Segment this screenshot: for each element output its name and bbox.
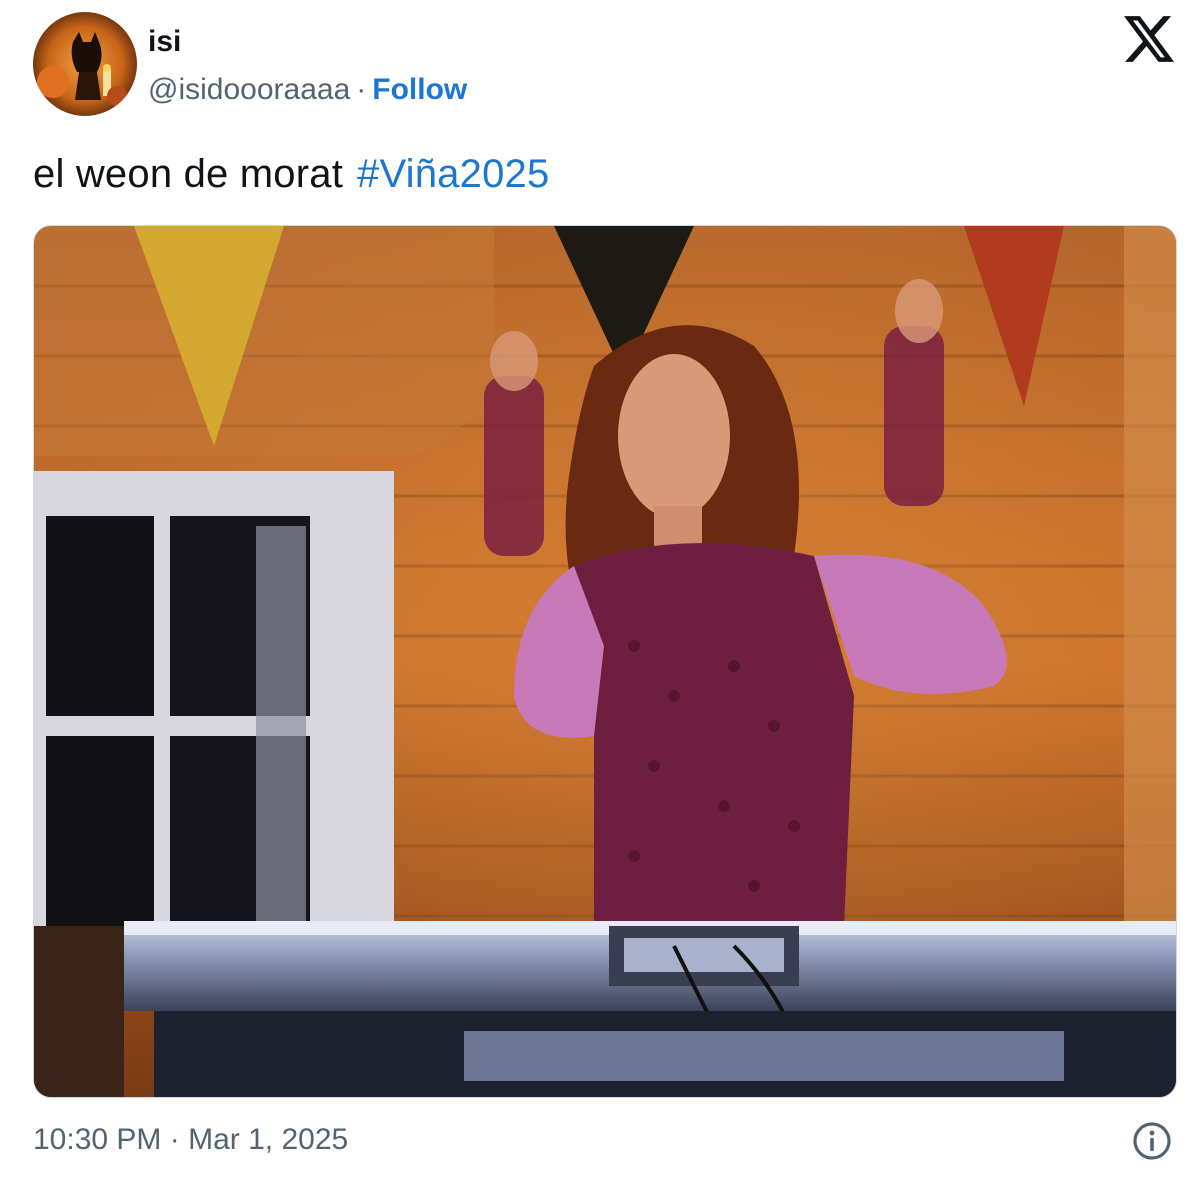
tweet-text: el weon de morat — [33, 152, 344, 196]
tweet-date: Mar 1, 2025 — [188, 1123, 349, 1156]
author-handle-row: @isidoooraaaa · Follow — [148, 72, 467, 108]
tweet-time: 10:30 PM — [33, 1123, 162, 1156]
tweet-timestamp[interactable]: 10:30 PM · Mar 1, 2025 — [33, 1122, 348, 1158]
timestamp-separator: · — [169, 1123, 180, 1156]
video-frame-image — [34, 226, 1176, 1097]
x-logo-icon[interactable] — [1124, 16, 1174, 62]
author-display-name[interactable]: isi — [148, 24, 181, 60]
author-handle[interactable]: @isidoooraaaa — [148, 73, 350, 106]
avatar[interactable] — [33, 12, 137, 116]
handle-separator: · — [356, 73, 367, 106]
follow-button[interactable]: Follow — [372, 73, 467, 106]
tweet-media[interactable] — [33, 225, 1177, 1098]
info-icon[interactable] — [1131, 1120, 1173, 1162]
tweet-text-row: el weon de morat #Viña2025 — [33, 150, 549, 198]
hashtag-link[interactable]: #Viña2025 — [357, 152, 549, 196]
